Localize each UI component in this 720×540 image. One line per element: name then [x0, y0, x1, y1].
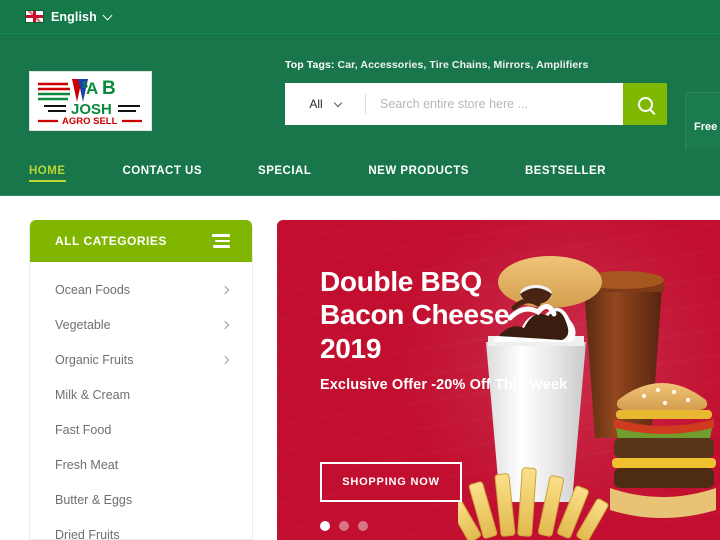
carousel-dots	[320, 521, 368, 531]
category-item-fast-food[interactable]: Fast Food	[30, 412, 252, 447]
language-label: English	[51, 9, 97, 24]
category-label: Milk & Cream	[55, 387, 131, 402]
categories-list: Ocean Foods Vegetable Organic Fruits Mil…	[30, 262, 252, 540]
category-item-fresh-meat[interactable]: Fresh Meat	[30, 447, 252, 482]
search-icon	[637, 96, 653, 112]
top-bar: English	[0, 0, 720, 34]
carousel-dot-1[interactable]	[320, 521, 330, 531]
logo-graphic: S A B JOSH AGRO SELL	[38, 78, 142, 127]
nav-item-home[interactable]: HOME	[29, 165, 66, 182]
svg-text:AGRO SELL: AGRO SELL	[62, 116, 118, 127]
search-button[interactable]	[623, 83, 667, 125]
chevron-right-icon	[220, 285, 230, 294]
main-navigation: HOME CONTACT US SPECIAL NEW PRODUCTS BES…	[0, 150, 720, 196]
nav-item-contact-us[interactable]: CONTACT US	[123, 165, 203, 180]
banner-subtitle: Exclusive Offer -20% Off This Week	[320, 377, 568, 393]
category-label: Butter & Eggs	[55, 492, 133, 507]
search-category-select[interactable]: All	[285, 83, 365, 125]
carousel-dot-3[interactable]	[358, 521, 368, 531]
categories-sidebar: ALL CATEGORIES Ocean Foods Vegetable Org…	[29, 220, 253, 540]
banner-title-line2: Bacon Cheese	[320, 299, 510, 331]
shopping-now-button[interactable]: SHOPPING NOW	[320, 462, 462, 502]
banner-title-line3: 2019	[320, 332, 382, 364]
chevron-down-icon	[333, 98, 342, 107]
category-label: Fast Food	[55, 422, 112, 437]
search-input[interactable]	[366, 83, 623, 125]
search-bar: All	[285, 83, 667, 125]
top-tags-value[interactable]: Car, Accessories, Tire Chains, Mirrors, …	[338, 59, 589, 71]
banner-title-line1: Double BBQ	[320, 266, 482, 297]
category-label: Fresh Meat	[55, 457, 119, 472]
category-label: Dried Fruits	[55, 527, 120, 540]
top-tags: Top Tags: Car, Accessories, Tire Chains,…	[285, 59, 588, 71]
category-item-dried-fruits[interactable]: Dried Fruits	[30, 517, 252, 540]
page-root: English S A B JOSH AGRO SELL Top Tags: C…	[0, 0, 720, 540]
categories-header[interactable]: ALL CATEGORIES	[30, 220, 252, 262]
hamburger-icon[interactable]	[212, 234, 230, 248]
svg-text:A: A	[86, 79, 98, 98]
nav-item-bestseller[interactable]: BESTSELLER	[525, 165, 606, 180]
site-header: S A B JOSH AGRO SELL Top Tags: Car, Acce…	[0, 34, 720, 161]
category-label: Vegetable	[55, 317, 111, 332]
chevron-right-icon	[220, 355, 230, 364]
categories-title: ALL CATEGORIES	[55, 234, 167, 248]
hero-banner: Double BBQ Bacon Cheese 2019 Exclusive O…	[277, 220, 720, 540]
language-selector[interactable]: English	[25, 9, 113, 24]
category-item-ocean-foods[interactable]: Ocean Foods	[30, 272, 252, 307]
nav-item-new-products[interactable]: NEW PRODUCTS	[368, 165, 469, 180]
svg-text:B: B	[102, 78, 116, 99]
top-tags-label: Top Tags:	[285, 59, 335, 71]
category-item-butter-eggs[interactable]: Butter & Eggs	[30, 482, 252, 517]
search-category-value: All	[309, 97, 323, 111]
uk-flag-icon	[25, 10, 44, 23]
banner-title: Double BBQ Bacon Cheese 2019	[320, 265, 510, 365]
category-item-milk-cream[interactable]: Milk & Cream	[30, 377, 252, 412]
chevron-right-icon	[220, 320, 230, 329]
category-item-organic-fruits[interactable]: Organic Fruits	[30, 342, 252, 377]
carousel-dot-2[interactable]	[339, 521, 349, 531]
site-logo[interactable]: S A B JOSH AGRO SELL	[29, 71, 152, 131]
nav-item-special[interactable]: SPECIAL	[258, 165, 311, 180]
free-shipping-label: Free	[694, 120, 718, 133]
category-label: Organic Fruits	[55, 352, 134, 367]
category-label: Ocean Foods	[55, 282, 131, 297]
chevron-down-icon	[102, 10, 113, 20]
category-item-vegetable[interactable]: Vegetable	[30, 307, 252, 342]
